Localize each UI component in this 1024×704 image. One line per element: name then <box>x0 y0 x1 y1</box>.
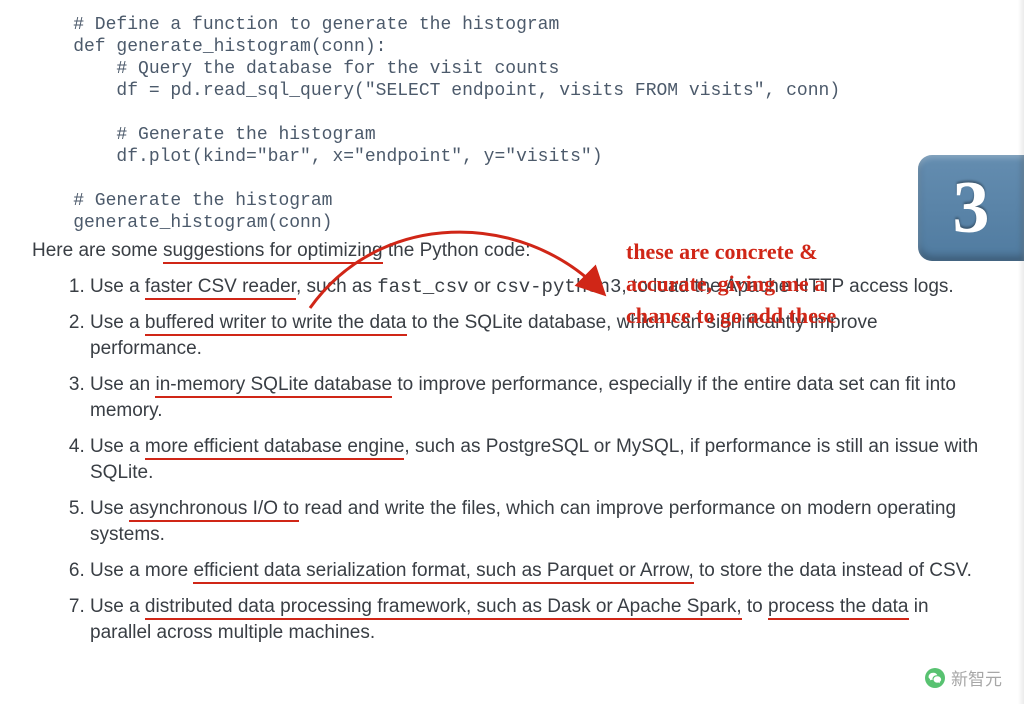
text: Use a <box>90 436 145 457</box>
handwritten-annotation: these are concrete & accurate, giving me… <box>626 236 926 332</box>
underline: more efficient database engine <box>145 436 405 460</box>
text: Use <box>90 498 129 519</box>
intro-part: the Python code: <box>383 240 531 261</box>
code-line: generate_histogram(conn) <box>30 213 332 233</box>
underline: distributed data processing framework, s… <box>145 596 742 620</box>
text: to store the data instead of CSV. <box>694 560 972 581</box>
code-inline: csv-python3 <box>496 276 621 298</box>
list-item: Use asynchronous I/O to read and write t… <box>90 496 1002 548</box>
watermark: 新智元 <box>925 665 1002 690</box>
code-line: # Generate the histogram <box>30 191 332 211</box>
code-block: # Define a function to generate the hist… <box>30 14 1002 234</box>
text: Use a <box>90 276 145 297</box>
text: Use a <box>90 596 145 617</box>
code-line: # Define a function to generate the hist… <box>30 15 559 35</box>
text: Use a more <box>90 560 193 581</box>
code-line: def generate_histogram(conn): <box>30 37 386 57</box>
slide-number: 3 <box>953 166 990 251</box>
text: Use a <box>90 312 145 333</box>
underline: faster CSV reader <box>145 276 296 300</box>
code-line: # Query the database for the visit count… <box>30 59 559 79</box>
list-item: Use an in-memory SQLite database to impr… <box>90 372 1002 424</box>
right-edge-shadow <box>1018 0 1024 704</box>
code-line: df.plot(kind="bar", x="endpoint", y="vis… <box>30 147 603 167</box>
slide-page: # Define a function to generate the hist… <box>0 0 1024 704</box>
underline: in-memory SQLite database <box>155 374 392 398</box>
code-line: df = pd.read_sql_query("SELECT endpoint,… <box>30 81 840 101</box>
intro-part: Here are some <box>32 240 163 261</box>
annotation-line: chance to go add these <box>626 300 926 332</box>
annotation-line: these are concrete & <box>626 236 926 268</box>
text: , such as <box>296 276 377 297</box>
list-item: Use a more efficient database engine, su… <box>90 434 1002 486</box>
code-line: # Generate the histogram <box>30 125 376 145</box>
underline: buffered writer to write the data <box>145 312 407 336</box>
list-item: Use a more efficient data serialization … <box>90 558 1002 584</box>
text: or <box>469 276 496 297</box>
wechat-icon <box>925 668 945 688</box>
watermark-text: 新智元 <box>951 665 1002 690</box>
underline: efficient data serialization format, suc… <box>193 560 693 584</box>
underline: asynchronous I/O to <box>129 498 299 522</box>
code-inline: fast_csv <box>377 276 468 298</box>
underline: process the data <box>768 596 908 620</box>
annotation-line: accurate, giving me a <box>626 268 926 300</box>
intro-underline: suggestions for optimizing <box>163 240 383 264</box>
list-item: Use a distributed data processing framew… <box>90 594 1002 646</box>
text: to <box>742 596 768 617</box>
slide-number-badge: 3 <box>918 155 1024 261</box>
text: Use an <box>90 374 155 395</box>
